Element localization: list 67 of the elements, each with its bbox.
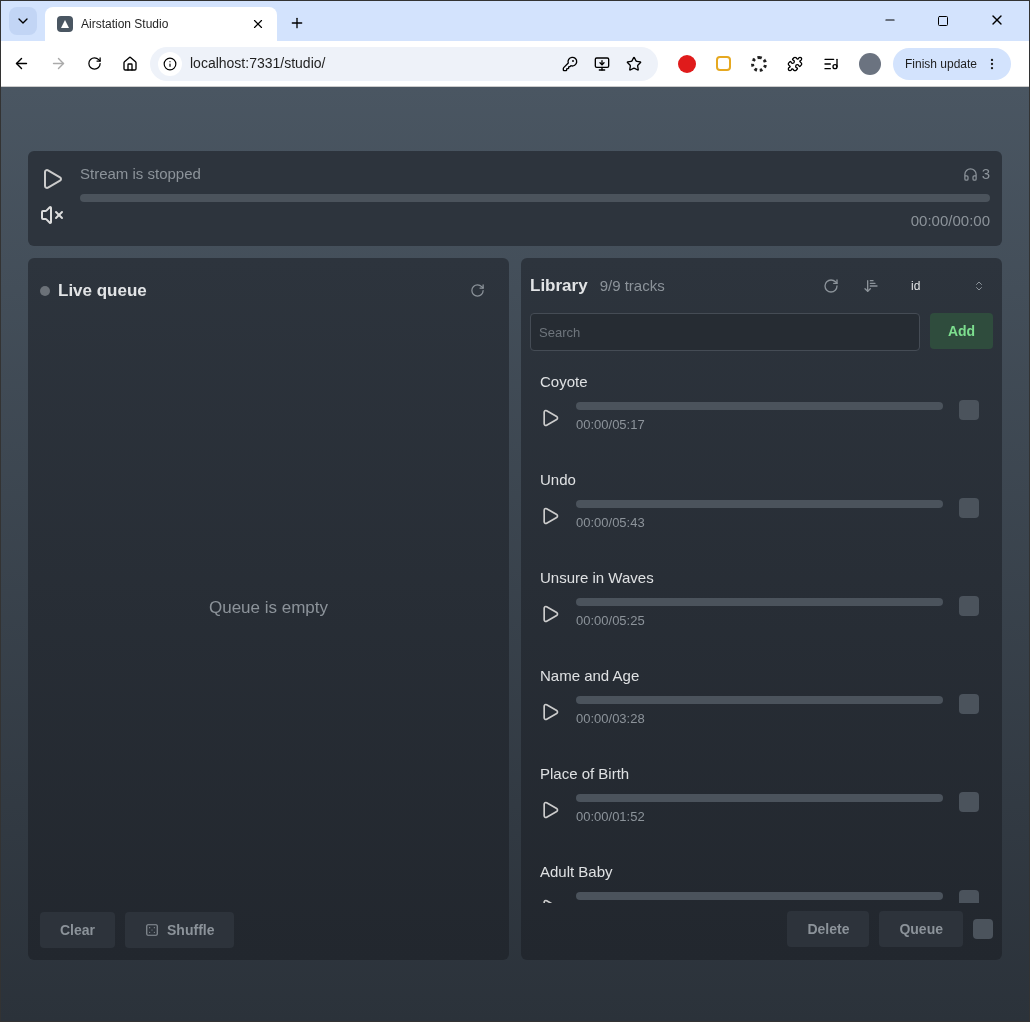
finish-update-button[interactable]: Finish update [893,47,1012,80]
url-text: localhost:7331/studio/ [190,54,327,73]
reload-icon[interactable] [87,56,102,71]
track-title: Unsure in Waves [540,568,655,588]
headphones-icon [962,166,978,182]
sort-select[interactable]: id [903,273,993,299]
muted-speaker-icon[interactable] [40,203,64,227]
dice-icon [145,923,160,937]
track-title: Place of Birth [540,764,631,784]
queue-title: Live queue [58,280,148,302]
track-title: Undo [540,470,577,490]
stop-sign-icon[interactable] [678,54,696,73]
close-icon[interactable] [251,17,265,31]
maximize-icon[interactable] [937,15,949,27]
progress-track[interactable] [576,401,943,410]
search-field[interactable]: Search [530,313,920,351]
track-time: 00:00/05:43 [576,513,646,532]
queue-action-button[interactable]: Clear [40,912,116,948]
progress-track[interactable] [576,891,943,900]
checkbox[interactable] [973,919,993,939]
home-icon[interactable] [122,55,138,72]
progress-track[interactable] [576,597,943,606]
site-info-icon[interactable] [158,51,182,76]
track-count: 9/9 tracks [599,275,666,296]
checkbox[interactable] [959,595,979,616]
stream-status: Stream is stopped [80,164,201,184]
track-title: Name and Age [540,666,641,686]
track-time: 00:00/05:17 [576,415,646,434]
refresh-icon[interactable] [823,278,839,294]
empty-queue-text: Queue is empty [208,597,329,619]
checkbox[interactable] [959,497,979,518]
new-tab-icon[interactable] [289,15,305,31]
key-icon[interactable] [562,55,578,72]
progress-track[interactable] [576,695,943,704]
checkbox[interactable] [959,889,979,903]
browser-tab[interactable]: Airstation Studio [45,7,277,41]
checkbox[interactable] [959,399,979,420]
install-icon[interactable] [594,55,610,72]
checkbox[interactable] [959,693,979,714]
queue-action-button[interactable]: Shuffle [125,912,235,948]
refresh-icon[interactable] [470,283,485,299]
sort-icon[interactable] [863,278,879,294]
extensions-icon[interactable] [787,55,803,72]
address-bar[interactable]: localhost:7331/studio/ [150,46,658,81]
sun-icon[interactable] [751,55,767,72]
track-title: Coyote [540,372,589,392]
tab-title: Airstation Studio [81,16,170,33]
back-icon[interactable] [13,55,30,72]
progress-track[interactable] [576,499,943,508]
library-action-button[interactable]: Queue [879,911,963,947]
bookmark-star-icon[interactable] [626,55,642,72]
checkbox[interactable] [959,791,979,812]
library-title: Library [530,275,588,298]
listener-count: 3 [981,164,990,184]
tab-search-button[interactable] [9,7,37,35]
track-title: Adult Baby [540,862,614,882]
stream-time: 00:00/00:00 [910,210,990,231]
library-action-button[interactable]: Delete [787,911,870,947]
track-time: 00:00/03:28 [576,709,646,728]
chevrons-up-down-icon [973,280,985,292]
progress-track[interactable] [576,793,943,802]
avatar-icon[interactable] [859,52,881,75]
progress-track[interactable] [80,193,990,202]
app-logo-icon [57,16,73,32]
add-button[interactable]: Add [930,313,993,349]
track-time: 00:00/05:25 [576,611,646,630]
track-time: 00:00/01:52 [576,807,646,826]
